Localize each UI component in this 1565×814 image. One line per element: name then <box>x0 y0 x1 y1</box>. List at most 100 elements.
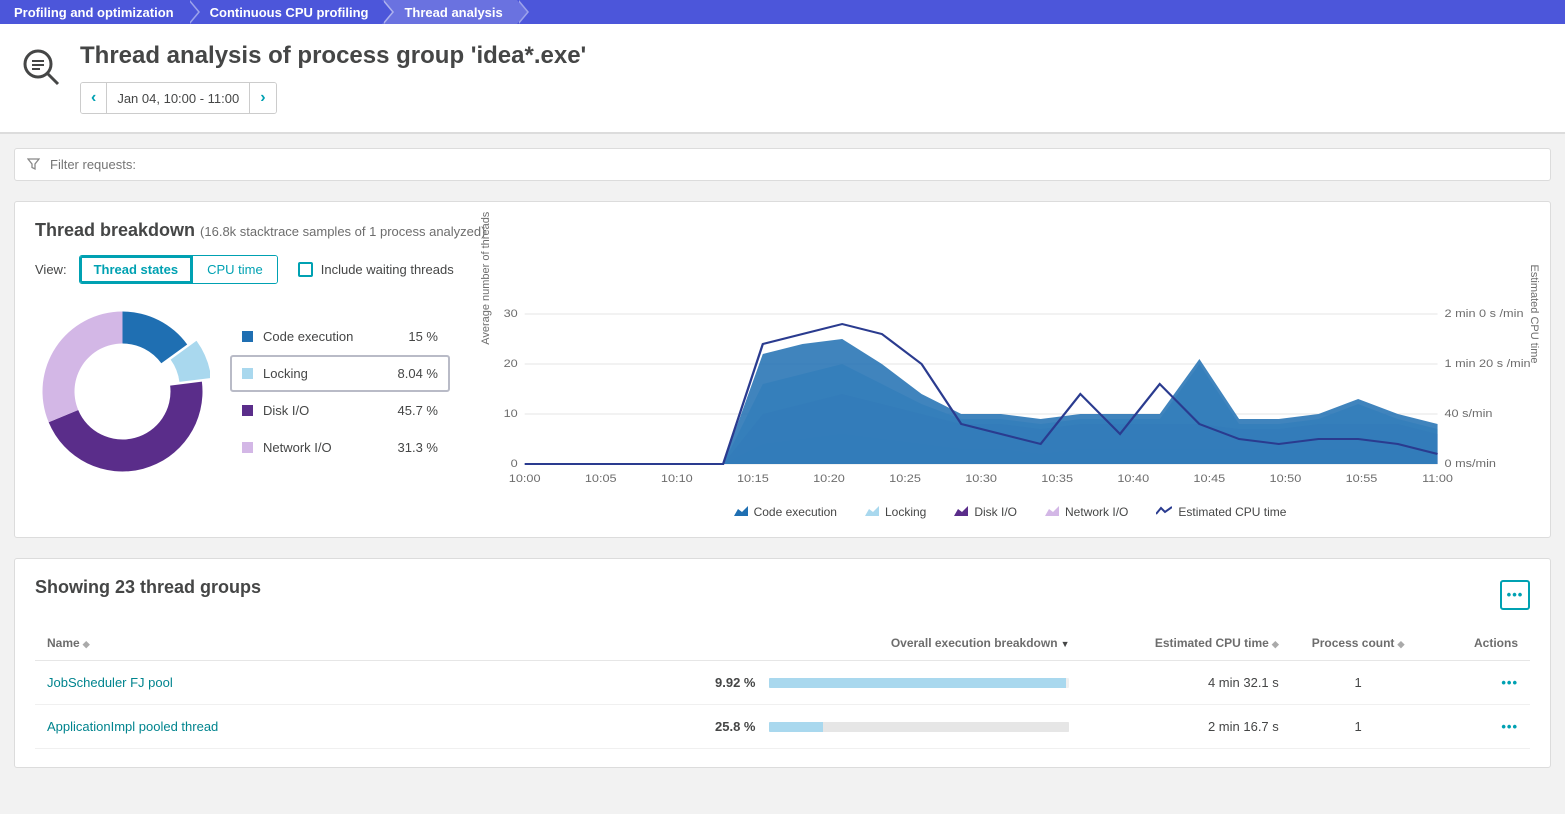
legend-item-disk-i-o[interactable]: Disk I/O 45.7 % <box>230 392 450 429</box>
breadcrumb-item-continuous[interactable]: Continuous CPU profiling <box>188 0 383 24</box>
svg-text:20: 20 <box>504 357 519 370</box>
timeline-legend-code-execution[interactable]: Code execution <box>734 505 837 519</box>
include-waiting-checkbox[interactable]: Include waiting threads <box>298 262 454 277</box>
svg-text:10:20: 10:20 <box>813 472 845 485</box>
analysis-icon <box>20 46 62 88</box>
svg-text:40 s/min: 40 s/min <box>1444 407 1492 420</box>
breadcrumb-item-profiling[interactable]: Profiling and optimization <box>0 0 188 24</box>
tab-thread-states[interactable]: Thread states <box>80 256 193 283</box>
svg-text:10:25: 10:25 <box>889 472 921 485</box>
svg-text:11:00: 11:00 <box>1422 472 1453 485</box>
table-row: JobScheduler FJ pool 9.92 % 4 min 32.1 s… <box>35 661 1530 705</box>
checkbox-box <box>298 262 313 277</box>
legend-value: 45.7 % <box>398 403 438 418</box>
breakdown-pct: 25.8 % <box>715 719 755 734</box>
table-row: ApplicationImpl pooled thread 25.8 % 2 m… <box>35 705 1530 749</box>
thread-groups-table: Name◆ Overall execution breakdown▼ Estim… <box>35 626 1530 749</box>
cpu-time-value: 2 min 16.7 s <box>1081 705 1290 749</box>
breakdown-subtitle: (16.8k stacktrace samples of 1 process a… <box>200 224 485 239</box>
y-axis-left-label: Average number of threads <box>480 211 492 344</box>
area-chart-icon <box>1045 505 1059 519</box>
svg-text:10:15: 10:15 <box>737 472 769 485</box>
groups-title: Showing 23 thread groups <box>35 577 261 598</box>
legend-swatch <box>242 405 253 416</box>
legend-value: 8.04 % <box>398 366 438 381</box>
legend-swatch <box>242 368 253 379</box>
include-waiting-label: Include waiting threads <box>321 262 454 277</box>
breakdown-bar <box>769 722 1069 732</box>
legend-swatch <box>242 442 253 453</box>
col-breakdown[interactable]: Overall execution breakdown▼ <box>663 626 1082 661</box>
cpu-time-value: 4 min 32.1 s <box>1081 661 1290 705</box>
legend-label: Locking <box>263 366 388 381</box>
tab-cpu-time[interactable]: CPU time <box>192 256 277 283</box>
legend-item-locking[interactable]: Locking 8.04 % <box>230 355 450 392</box>
svg-text:10:00: 10:00 <box>509 472 541 485</box>
breakdown-bar <box>769 678 1069 688</box>
legend-item-code-execution[interactable]: Code execution 15 % <box>230 318 450 355</box>
page-header: Thread analysis of process group 'idea*.… <box>0 24 1565 134</box>
col-name[interactable]: Name◆ <box>35 626 663 661</box>
col-count[interactable]: Process count◆ <box>1291 626 1426 661</box>
timeline-chart[interactable]: Average number of threads Estimated CPU … <box>490 304 1530 519</box>
row-actions-button[interactable]: ••• <box>1425 661 1530 705</box>
breadcrumb-item-thread-analysis[interactable]: Thread analysis <box>382 0 516 24</box>
svg-text:10:40: 10:40 <box>1117 472 1149 485</box>
breadcrumb: Profiling and optimization Continuous CP… <box>0 0 1565 24</box>
area-chart-icon <box>954 505 968 519</box>
legend-value: 15 % <box>408 329 438 344</box>
view-label: View: <box>35 262 67 277</box>
time-next-button[interactable]: › <box>250 83 275 113</box>
svg-text:10:10: 10:10 <box>661 472 693 485</box>
svg-text:0 ms/min: 0 ms/min <box>1444 457 1496 470</box>
timeline-legend-estimated-cpu-time[interactable]: Estimated CPU time <box>1156 505 1286 519</box>
legend-label: Code execution <box>263 329 398 344</box>
groups-more-button[interactable]: ••• <box>1500 580 1530 610</box>
svg-text:10: 10 <box>504 407 519 420</box>
y-axis-right-label: Estimated CPU time <box>1528 264 1540 363</box>
col-cpu[interactable]: Estimated CPU time◆ <box>1081 626 1290 661</box>
breakdown-donut-chart[interactable] <box>35 304 210 479</box>
time-range-picker: ‹ Jan 04, 10:00 - 11:00 › <box>80 82 277 114</box>
svg-text:10:30: 10:30 <box>965 472 997 485</box>
svg-text:10:55: 10:55 <box>1346 472 1378 485</box>
svg-text:0: 0 <box>511 457 518 470</box>
filter-icon <box>27 158 40 171</box>
svg-text:10:50: 10:50 <box>1270 472 1302 485</box>
svg-text:30: 30 <box>504 307 519 320</box>
svg-text:10:35: 10:35 <box>1041 472 1073 485</box>
legend-swatch <box>242 331 253 342</box>
legend-value: 31.3 % <box>398 440 438 455</box>
svg-text:2 min 0 s /min: 2 min 0 s /min <box>1444 307 1523 320</box>
thread-group-link[interactable]: JobScheduler FJ pool <box>35 661 663 705</box>
view-toggle: Thread states CPU time <box>79 255 278 284</box>
breakdown-pct: 9.92 % <box>715 675 755 690</box>
area-chart-icon <box>1156 505 1172 519</box>
thread-groups-panel: Showing 23 thread groups ••• Name◆ Overa… <box>14 558 1551 768</box>
legend-label: Disk I/O <box>263 403 388 418</box>
svg-text:10:45: 10:45 <box>1193 472 1225 485</box>
page-title: Thread analysis of process group 'idea*.… <box>80 42 586 70</box>
timeline-legend-locking[interactable]: Locking <box>865 505 926 519</box>
timeline-legend-disk-i-o[interactable]: Disk I/O <box>954 505 1017 519</box>
area-chart-icon <box>865 505 879 519</box>
breakdown-legend: Code execution 15 % Locking 8.04 % Disk … <box>230 318 450 466</box>
thread-group-link[interactable]: ApplicationImpl pooled thread <box>35 705 663 749</box>
filter-input[interactable] <box>50 157 1538 172</box>
row-actions-button[interactable]: ••• <box>1425 705 1530 749</box>
breakdown-title: Thread breakdown <box>35 220 195 240</box>
svg-text:10:05: 10:05 <box>585 472 617 485</box>
timeline-legend-network-i-o[interactable]: Network I/O <box>1045 505 1128 519</box>
svg-text:1 min 20 s /min: 1 min 20 s /min <box>1444 357 1530 370</box>
time-prev-button[interactable]: ‹ <box>81 83 106 113</box>
area-chart-icon <box>734 505 748 519</box>
filter-bar[interactable] <box>14 148 1551 181</box>
col-actions: Actions <box>1425 626 1530 661</box>
thread-breakdown-panel: Thread breakdown (16.8k stacktrace sampl… <box>14 201 1551 538</box>
process-count-value: 1 <box>1291 661 1426 705</box>
legend-label: Network I/O <box>263 440 388 455</box>
timeline-legend: Code execution Locking Disk I/O Network I/O… <box>490 505 1530 519</box>
process-count-value: 1 <box>1291 705 1426 749</box>
legend-item-network-i-o[interactable]: Network I/O 31.3 % <box>230 429 450 466</box>
time-range-label[interactable]: Jan 04, 10:00 - 11:00 <box>106 83 250 113</box>
